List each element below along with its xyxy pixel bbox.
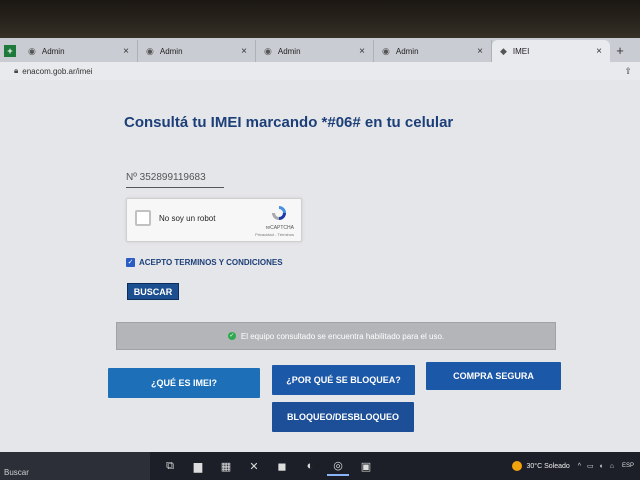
imei-input[interactable]: Nº 352899119683 (126, 172, 224, 188)
block-unblock-button[interactable]: BLOQUEO/DESBLOQUEO (272, 402, 414, 432)
terms-checkbox[interactable]: ✓ (126, 258, 135, 267)
close-tab-icon[interactable]: × (241, 46, 247, 57)
recaptcha-widget: No soy un robot reCAPTCHA Privacidad - T… (126, 198, 302, 242)
share-icon[interactable]: ⇪ (624, 66, 632, 77)
new-tab-button[interactable]: + (610, 40, 630, 62)
task-view-icon[interactable]: ⧉ (159, 456, 181, 476)
globe-icon: ◉ (264, 45, 272, 56)
search-button[interactable]: BUSCAR (127, 283, 179, 300)
close-tab-icon[interactable]: × (477, 46, 483, 57)
teams-icon[interactable]: ◐ (299, 456, 321, 476)
sun-icon (512, 461, 523, 471)
tab-admin-1[interactable]: ◉ Admin × (20, 40, 138, 62)
tab-admin-3[interactable]: ◉ Admin × (256, 40, 374, 62)
app-icon[interactable]: ◼ (271, 456, 293, 476)
recaptcha-checkbox[interactable] (135, 210, 151, 226)
file-explorer-icon[interactable]: ▆ (187, 456, 209, 476)
url-text[interactable]: enacom.gob.ar/imei (22, 67, 92, 76)
chrome-icon[interactable]: ◎ (327, 456, 349, 476)
globe-icon: ◉ (146, 45, 154, 56)
enacom-favicon-icon: ◆ (500, 45, 507, 56)
tab-bar: + ◉ Admin × ◉ Admin × ◉ Admin × ◉ Admin … (0, 38, 640, 62)
taskbar: Buscar ⧉ ▆ ▦ ✕ ◼ ◐ ◎ ▣ 30°C Soleado ^ ▭ … (0, 452, 640, 480)
tab-title: Admin (159, 46, 183, 56)
photos-icon[interactable]: ▣ (355, 456, 377, 476)
tab-title: Admin (395, 46, 419, 56)
result-banner: ✓ El equipo consultado se encuentra habi… (116, 322, 556, 350)
taskbar-search[interactable]: Buscar (0, 452, 150, 480)
tab-admin-2[interactable]: ◉ Admin × (138, 40, 256, 62)
check-circle-icon: ✓ (227, 332, 236, 340)
tab-admin-4[interactable]: ◉ Admin × (374, 40, 492, 62)
taskbar-apps: ⧉ ▆ ▦ ✕ ◼ ◐ ◎ ▣ (156, 456, 380, 476)
recaptcha-terms-link[interactable]: Privacidad - Términos (255, 232, 294, 237)
close-tab-icon[interactable]: × (123, 46, 129, 57)
why-blocked-button[interactable]: ¿POR QUÉ SE BLOQUEA? (272, 365, 415, 395)
recaptcha-logo-icon (272, 206, 286, 220)
terms-label: ACEPTO TERMINOS Y CONDICIONES (139, 258, 283, 267)
page-title: Consultá tu IMEI marcando *#06# en tu ce… (124, 114, 454, 131)
recaptcha-label: No soy un robot (159, 214, 216, 223)
calculator-icon[interactable]: ▦ (215, 456, 237, 476)
weather-desc: Soleado (544, 462, 570, 470)
globe-icon: ◉ (382, 45, 390, 56)
what-is-imei-button[interactable]: ¿QUÉ ES IMEI? (108, 368, 260, 398)
page-content: Consultá tu IMEI marcando *#06# en tu ce… (0, 80, 640, 452)
monitor-bezel (0, 0, 640, 40)
tab-title: Admin (41, 46, 65, 56)
system-tray-icons[interactable]: ^ ▭ ◐ ⌂ (578, 462, 616, 470)
close-tab-icon[interactable]: × (596, 46, 602, 57)
result-message: El equipo consultado se encuentra habili… (240, 331, 445, 341)
recaptcha-brand: reCAPTCHA (265, 225, 294, 231)
lock-icon[interactable]: 🔒︎ (14, 66, 18, 76)
sheets-app-icon[interactable]: + (0, 40, 20, 62)
tab-title: Admin (277, 46, 301, 56)
weather-temp: 30°C (526, 462, 543, 470)
excel-icon[interactable]: ✕ (243, 456, 265, 476)
globe-icon: ◉ (28, 45, 36, 56)
tab-title: IMEI (512, 46, 530, 56)
language-indicator[interactable]: ESP (622, 463, 634, 469)
close-tab-icon[interactable]: × (359, 46, 365, 57)
tab-imei[interactable]: ◆ IMEI × (492, 40, 610, 62)
address-bar[interactable]: 🔒︎ enacom.gob.ar/imei ⇪ (0, 62, 640, 80)
weather-widget[interactable]: 30°C Soleado (512, 461, 570, 471)
safe-purchase-button[interactable]: COMPRA SEGURA (426, 362, 561, 390)
terms-row[interactable]: ✓ ACEPTO TERMINOS Y CONDICIONES (126, 258, 283, 267)
